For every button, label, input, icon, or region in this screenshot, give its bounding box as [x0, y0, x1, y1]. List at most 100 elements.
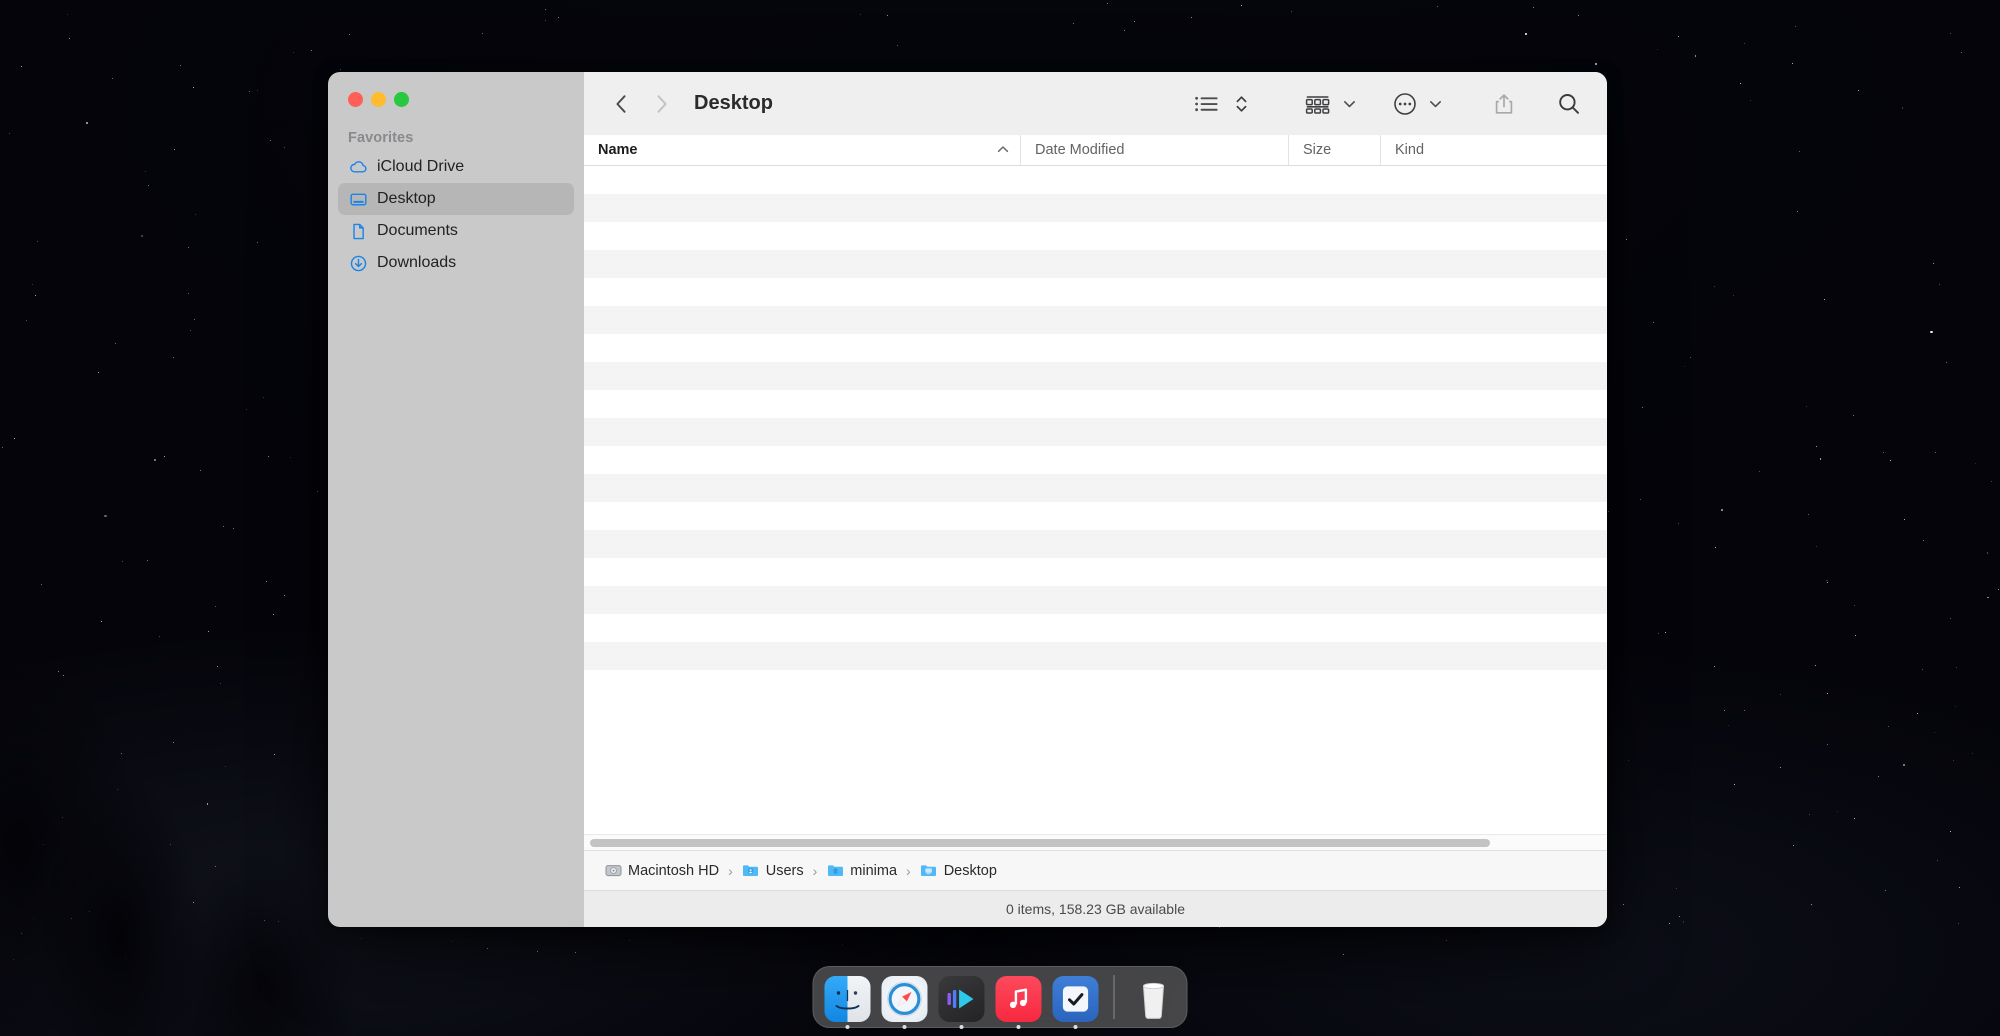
- breadcrumb-separator: ›: [906, 862, 911, 879]
- file-list[interactable]: [584, 166, 1607, 834]
- table-row[interactable]: [584, 278, 1607, 306]
- breadcrumb-label: minima: [850, 862, 898, 879]
- main-pane: Desktop Name Date Modified Size Kind Mac…: [584, 72, 1607, 927]
- back-button[interactable]: [606, 87, 636, 121]
- running-indicator: [959, 1024, 963, 1029]
- table-row[interactable]: [584, 614, 1607, 642]
- path-bar: Macintosh HD › Users › minima › Desktop: [584, 850, 1607, 890]
- folder-users-icon: [742, 863, 760, 879]
- scrollbar-thumb[interactable]: [590, 838, 1490, 847]
- dock-item-trash[interactable]: [1129, 973, 1178, 1022]
- sidebar-item-label: Documents: [377, 222, 458, 239]
- folder-home-icon: [826, 863, 844, 879]
- status-bar: 0 items, 158.23 GB available: [584, 890, 1607, 927]
- dock-item-player[interactable]: [937, 973, 986, 1029]
- share-icon[interactable]: [1488, 86, 1520, 122]
- toolbar: Desktop: [584, 72, 1607, 135]
- cloud-icon: [348, 157, 368, 177]
- group-by-icon[interactable]: [1300, 86, 1336, 122]
- group-by-chevron-down-icon[interactable]: [1343, 99, 1356, 109]
- table-row[interactable]: [584, 474, 1607, 502]
- table-row[interactable]: [584, 334, 1607, 362]
- sort-updown-icon[interactable]: [1225, 86, 1254, 122]
- safari-icon: [881, 975, 927, 1022]
- list-view-icon[interactable]: [1189, 86, 1225, 122]
- table-row[interactable]: [584, 446, 1607, 474]
- column-header-date-modified[interactable]: Date Modified: [1020, 135, 1288, 165]
- table-row[interactable]: [584, 250, 1607, 278]
- column-header-kind[interactable]: Kind: [1380, 135, 1607, 165]
- sidebar-section-favorites: Favorites: [348, 130, 414, 146]
- table-row[interactable]: [584, 166, 1607, 194]
- table-row[interactable]: [584, 418, 1607, 446]
- column-headers: Name Date Modified Size Kind: [584, 135, 1607, 166]
- running-indicator: [845, 1024, 849, 1029]
- table-row[interactable]: [584, 530, 1607, 558]
- maximize-button[interactable]: [394, 92, 409, 107]
- table-row[interactable]: [584, 222, 1607, 250]
- breadcrumb-desktop[interactable]: Desktop: [920, 863, 997, 879]
- dock: [812, 966, 1188, 1029]
- sidebar-item-documents[interactable]: Documents: [338, 215, 574, 247]
- column-header-label: Kind: [1395, 142, 1425, 158]
- breadcrumb-users[interactable]: Users: [742, 863, 804, 879]
- table-row[interactable]: [584, 362, 1607, 390]
- dock-separator: [1113, 975, 1115, 1019]
- breadcrumb-label: Users: [765, 862, 804, 879]
- status-text: 0 items, 158.23 GB available: [1006, 901, 1185, 917]
- column-header-label: Date Modified: [1035, 142, 1125, 158]
- music-icon: [995, 975, 1041, 1022]
- column-header-label: Size: [1303, 142, 1332, 158]
- search-icon[interactable]: [1552, 86, 1586, 122]
- table-row[interactable]: [584, 502, 1607, 530]
- harddisk-icon: [604, 863, 622, 879]
- finder-icon: [824, 975, 870, 1022]
- breadcrumb-separator: ›: [728, 862, 733, 879]
- window-controls: [338, 72, 574, 124]
- sidebar-item-label: Downloads: [377, 254, 457, 271]
- table-row[interactable]: [584, 642, 1607, 670]
- running-indicator: [1016, 1024, 1020, 1029]
- sidebar-item-icloud-drive[interactable]: iCloud Drive: [338, 151, 574, 183]
- column-header-size[interactable]: Size: [1288, 135, 1380, 165]
- media-player-icon: [938, 975, 984, 1022]
- running-indicator: [1073, 1024, 1077, 1029]
- breadcrumb-separator: ›: [812, 862, 818, 879]
- sidebar-item-desktop[interactable]: Desktop: [338, 183, 574, 215]
- download-icon: [348, 253, 368, 273]
- trash-icon: [1130, 976, 1176, 1022]
- breadcrumb-label: Desktop: [943, 862, 997, 879]
- breadcrumb-macintosh-hd[interactable]: Macintosh HD: [604, 863, 719, 879]
- chevron-up-icon: [997, 142, 1009, 158]
- checkmark-icon: [1052, 975, 1098, 1022]
- desktop-icon: [348, 189, 368, 209]
- forward-button[interactable]: [646, 87, 676, 121]
- sidebar: Favorites iCloud Drive Desktop Documents…: [328, 72, 584, 927]
- column-header-name[interactable]: Name: [584, 135, 1020, 165]
- column-header-label: Name: [598, 142, 638, 158]
- minimize-button[interactable]: [371, 92, 386, 107]
- table-row[interactable]: [584, 194, 1607, 222]
- breadcrumb-label: Macintosh HD: [628, 862, 720, 879]
- dock-item-music[interactable]: [994, 973, 1043, 1029]
- more-actions-icon[interactable]: [1388, 86, 1422, 122]
- table-row[interactable]: [584, 586, 1607, 614]
- breadcrumb-minima[interactable]: minima: [826, 863, 897, 879]
- more-actions-chevron-down-icon[interactable]: [1429, 99, 1442, 109]
- dock-item-finder[interactable]: [823, 973, 872, 1029]
- horizontal-scrollbar[interactable]: [584, 834, 1607, 850]
- table-row[interactable]: [584, 558, 1607, 586]
- dock-item-reminders[interactable]: [1051, 973, 1100, 1029]
- running-indicator: [902, 1024, 906, 1029]
- document-icon: [348, 221, 368, 241]
- dock-item-safari[interactable]: [880, 973, 929, 1029]
- table-row[interactable]: [584, 390, 1607, 418]
- folder-desktop-icon: [920, 863, 938, 879]
- sidebar-item-label: Desktop: [377, 190, 436, 207]
- page-title: Desktop: [694, 92, 773, 114]
- sidebar-item-downloads[interactable]: Downloads: [338, 247, 574, 279]
- sidebar-item-label: iCloud Drive: [377, 158, 465, 175]
- table-row[interactable]: [584, 670, 1607, 698]
- table-row[interactable]: [584, 306, 1607, 334]
- close-button[interactable]: [348, 92, 363, 107]
